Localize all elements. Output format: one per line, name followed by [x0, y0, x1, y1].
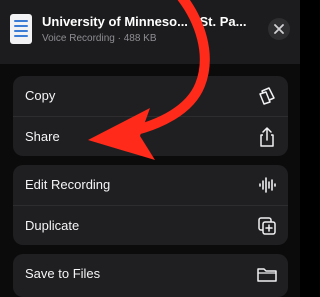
menu-item-label: Copy	[25, 88, 56, 103]
menu-item-share[interactable]: Share	[13, 117, 288, 156]
share-icon	[260, 127, 274, 147]
menu-item-edit-recording[interactable]: Edit Recording	[13, 165, 288, 206]
file-subtitle: Voice Recording · 488 KB	[42, 33, 157, 44]
menu-item-save-to-files[interactable]: Save to Files	[13, 254, 288, 294]
copy-icon	[259, 87, 275, 105]
duplicate-icon	[258, 217, 276, 235]
menu-group-edit: Edit Recording Duplicate	[13, 165, 288, 245]
file-title: University of Minneso... - St. Pa...	[42, 14, 247, 29]
share-sheet-header: University of Minneso... - St. Pa... Voi…	[0, 0, 300, 64]
menu-group-actions: Copy Share	[13, 76, 288, 156]
document-icon	[10, 14, 32, 44]
folder-icon	[257, 268, 277, 282]
close-icon	[274, 24, 284, 34]
menu-item-label: Duplicate	[25, 218, 80, 233]
share-sheet: University of Minneso... - St. Pa... Voi…	[0, 0, 300, 297]
menu-item-label: Edit Recording	[25, 177, 111, 192]
menu-item-duplicate[interactable]: Duplicate	[13, 206, 288, 245]
menu-item-label: Save to Files	[25, 266, 101, 281]
menu-group-files: Save to Files	[13, 254, 288, 297]
waveform-icon	[259, 177, 276, 193]
menu-item-copy[interactable]: Copy	[13, 76, 288, 117]
menu-item-label: Share	[25, 129, 60, 144]
close-button[interactable]	[268, 18, 290, 40]
